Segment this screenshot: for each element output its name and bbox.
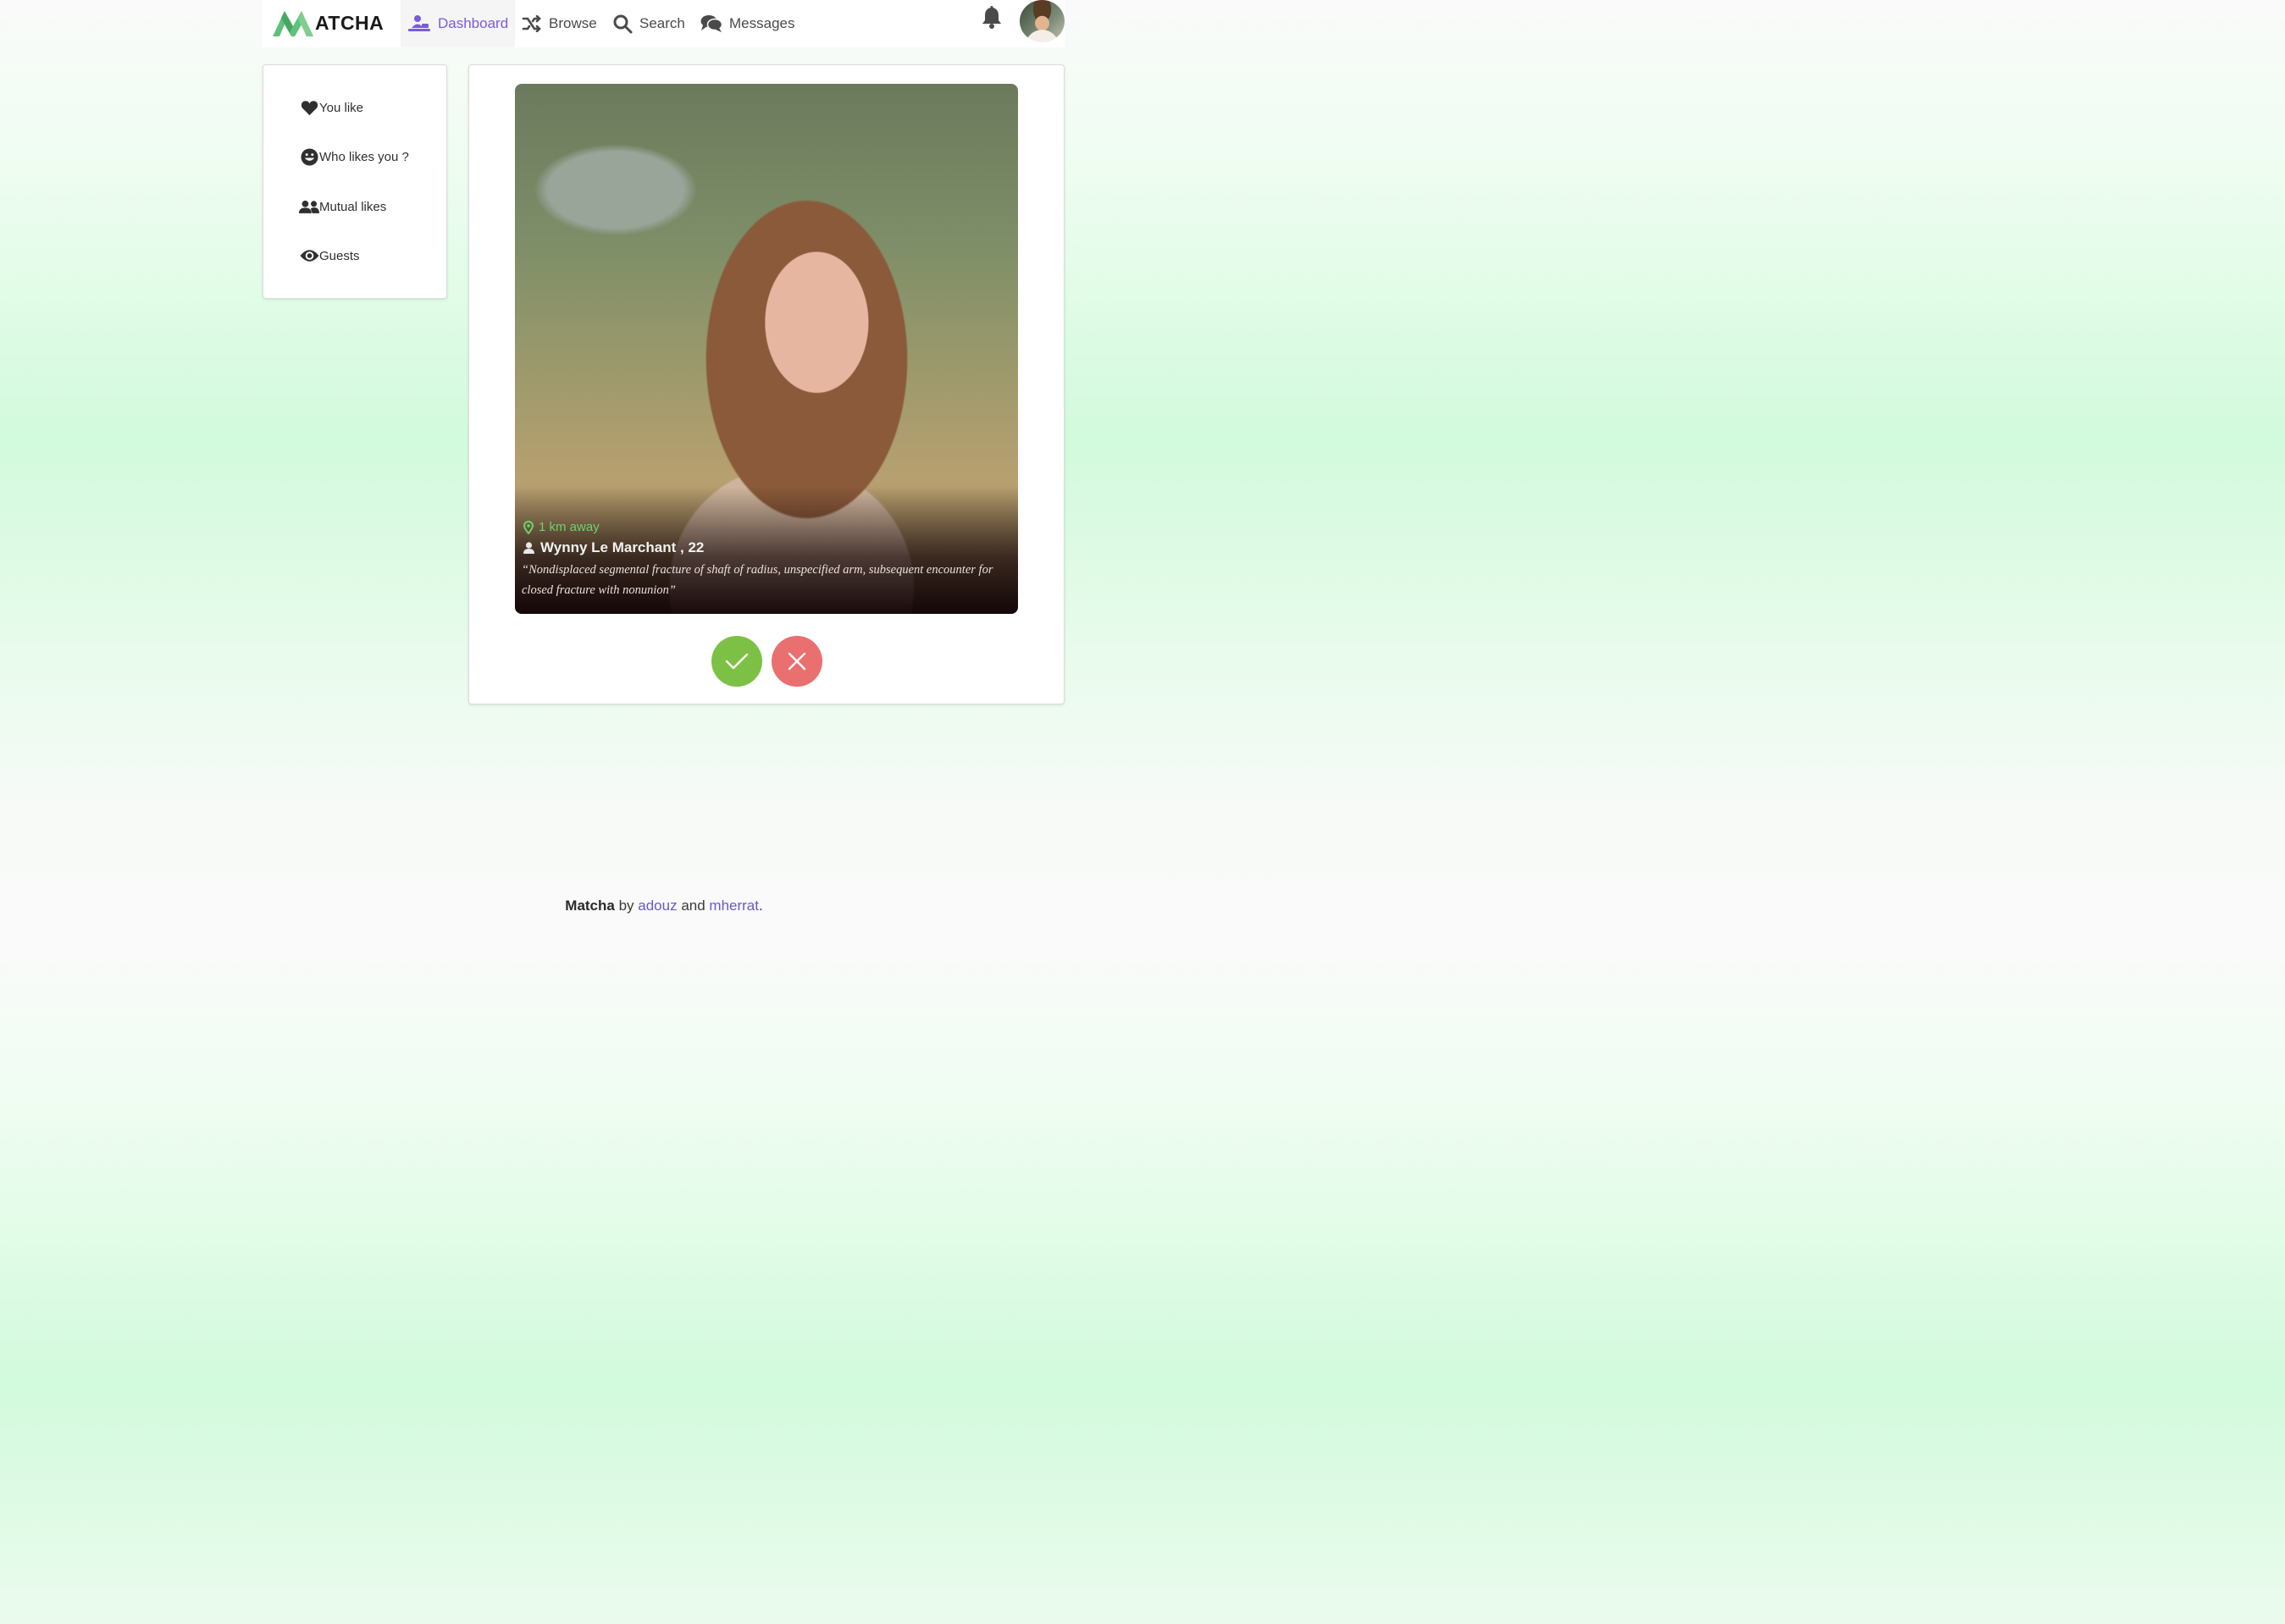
- profile-age: 22: [688, 539, 705, 555]
- profile-name: Wynny Le Marchant: [540, 539, 677, 555]
- check-icon: [725, 653, 749, 670]
- name-age-separator: ,: [676, 539, 689, 555]
- matcha-m-logo-icon: [273, 11, 313, 36]
- like-button[interactable]: [711, 636, 762, 687]
- top-navbar: ATCHA Dashboard Browse Search Messages: [263, 0, 1065, 47]
- nav-messages-label: Messages: [729, 15, 795, 31]
- user-icon: [523, 542, 534, 554]
- notifications-bell-icon[interactable]: [981, 6, 1003, 30]
- author-link-mherrat[interactable]: mherrat: [709, 898, 759, 914]
- search-icon: [612, 14, 633, 34]
- nav-search-label: Search: [639, 15, 685, 31]
- distance-indicator: 1 km away: [523, 520, 600, 534]
- user-avatar[interactable]: [1020, 0, 1065, 42]
- nav-messages[interactable]: Messages: [700, 0, 794, 47]
- sidebar-item-guests[interactable]: Guests: [299, 246, 360, 266]
- eye-icon: [299, 249, 319, 262]
- sidebar-item-you-like[interactable]: You like: [299, 97, 363, 118]
- footer-by: by: [614, 898, 639, 914]
- profile-name-age: Wynny Le Marchant , 22: [523, 539, 704, 556]
- shuffle-icon: [522, 15, 542, 32]
- sidebar-item-label: Guests: [319, 248, 360, 263]
- dislike-button[interactable]: [772, 636, 822, 687]
- profile-suggestion-card: 1 km away Wynny Le Marchant , 22 “Nondis…: [468, 64, 1065, 704]
- nav-search[interactable]: Search: [612, 0, 685, 47]
- close-icon: [788, 652, 806, 671]
- comments-icon: [700, 14, 722, 33]
- nav-browse[interactable]: Browse: [522, 0, 597, 47]
- users-icon: [299, 200, 319, 214]
- nav-browse-label: Browse: [549, 15, 597, 31]
- sidebar-item-label: Mutual likes: [319, 199, 387, 214]
- nav-dashboard-label: Dashboard: [438, 15, 509, 31]
- sidebar-item-label: You like: [319, 100, 363, 115]
- logo-text: ATCHA: [315, 11, 385, 34]
- heart-icon: [299, 100, 319, 116]
- nav-dashboard[interactable]: Dashboard: [401, 0, 515, 47]
- page-footer: Matcha by adouz and mherrat.: [0, 898, 1328, 914]
- dashboard-icon: [407, 14, 431, 33]
- dashboard-sidebar: You like Who likes you ? Mutual likes Gu…: [263, 64, 447, 299]
- author-link-adouz[interactable]: adouz: [638, 898, 677, 914]
- footer-and: and: [677, 898, 710, 914]
- footer-end: .: [758, 898, 763, 914]
- sidebar-item-label: Who likes you ?: [319, 149, 409, 164]
- profile-bio: “Nondisplaced segmental fracture of shaf…: [522, 563, 993, 597]
- sidebar-item-mutual-likes[interactable]: Mutual likes: [299, 196, 386, 217]
- footer-brand: Matcha: [565, 898, 615, 914]
- profile-photo[interactable]: 1 km away Wynny Le Marchant , 22 “Nondis…: [515, 84, 1018, 614]
- map-marker-icon: [523, 520, 534, 534]
- distance-text: 1 km away: [539, 520, 600, 534]
- matcha-logo[interactable]: ATCHA: [273, 8, 384, 37]
- sidebar-item-who-likes-you[interactable]: Who likes you ?: [299, 146, 409, 167]
- grin-face-icon: [299, 147, 319, 166]
